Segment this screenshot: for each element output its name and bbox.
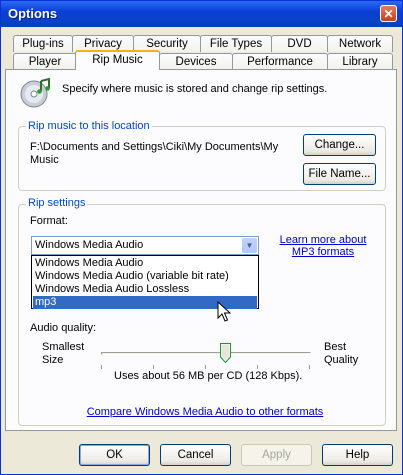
mouse-cursor-icon	[217, 301, 232, 322]
rip-location-group-title: Rip music to this location	[26, 120, 152, 132]
close-button[interactable]: ✕	[380, 5, 397, 22]
tab-label: Performance	[247, 56, 313, 68]
audio-quality-slider-track[interactable]	[101, 352, 311, 355]
best-line: Best	[324, 341, 347, 353]
file-name-button[interactable]: File Name...	[303, 163, 376, 185]
learn-more-line: MP3 formats	[291, 246, 355, 258]
tab-library[interactable]: Library	[327, 53, 393, 70]
tab-label: Devices	[175, 56, 217, 68]
format-option[interactable]: Windows Media Audio Lossless	[33, 283, 257, 296]
usage-estimate: Uses about 56 MB per CD (128 Kbps).	[114, 370, 303, 382]
options-dialog: Options ✕ Plug-ins Privacy Security File…	[0, 0, 403, 475]
smallest-line: Size	[42, 354, 64, 366]
tab-label: Rip Music	[92, 54, 143, 66]
tab-plug-ins[interactable]: Plug-ins	[13, 35, 73, 52]
slider-tick	[153, 365, 154, 369]
help-button[interactable]: Help	[322, 444, 393, 466]
title-bar[interactable]: Options ✕	[1, 1, 402, 27]
rip-location-path-cont: Music	[30, 154, 59, 166]
compare-formats-link[interactable]: Compare Windows Media Audio to other for…	[71, 406, 339, 418]
change-button[interactable]: Change...	[303, 134, 376, 156]
cd-music-icon	[20, 77, 50, 108]
close-icon: ✕	[383, 7, 394, 21]
rip-settings-group-title: Rip settings	[26, 197, 88, 209]
tab-label: Library	[342, 56, 378, 68]
chevron-down-icon[interactable]: ▼	[242, 238, 257, 253]
tab-label: Security	[146, 38, 188, 50]
tab-dvd[interactable]: DVD	[271, 35, 328, 52]
slider-tick	[101, 365, 102, 369]
tab-label: DVD	[287, 38, 312, 50]
tab-label: Plug-ins	[22, 38, 64, 50]
best-quality-label: Best Quality	[324, 341, 358, 367]
tab-file-types[interactable]: File Types	[200, 35, 272, 52]
slider-tick	[257, 365, 258, 369]
audio-quality-slider-thumb[interactable]	[220, 343, 231, 363]
format-option[interactable]: Windows Media Audio (variable bit rate)	[33, 270, 257, 283]
tab-label: Player	[28, 56, 62, 68]
slider-tick	[205, 365, 206, 369]
tab-performance[interactable]: Performance	[232, 53, 328, 70]
smallest-line: Smallest	[42, 341, 85, 353]
tab-label: File Types	[209, 38, 263, 50]
header-description: Specify where music is stored and change…	[62, 83, 328, 95]
format-label: Format:	[30, 215, 68, 227]
tab-label: Privacy	[84, 38, 122, 50]
learn-more-line: Learn more about	[279, 234, 367, 246]
window-title: Options	[8, 6, 58, 21]
learn-more-link[interactable]: Learn more about MP3 formats	[273, 234, 373, 258]
apply-button[interactable]: Apply	[241, 444, 312, 466]
format-selected-value: Windows Media Audio	[35, 239, 144, 251]
rip-location-path: F:\Documents and Settings\Ciki\My Docume…	[30, 141, 279, 153]
cancel-button[interactable]: Cancel	[160, 444, 231, 466]
tab-label: Network	[338, 38, 382, 50]
smallest-size-label: Smallest Size	[42, 341, 84, 367]
format-select[interactable]: Windows Media Audio ▼	[31, 236, 259, 255]
ok-button[interactable]: OK	[79, 444, 150, 466]
slider-tick	[309, 365, 310, 369]
tab-devices[interactable]: Devices	[159, 53, 233, 70]
tab-network[interactable]: Network	[327, 35, 393, 52]
best-line: Quality	[324, 354, 359, 366]
tab-player[interactable]: Player	[13, 53, 77, 70]
audio-quality-label: Audio quality:	[30, 322, 97, 334]
format-option[interactable]: Windows Media Audio	[33, 257, 257, 270]
tab-rip-music[interactable]: Rip Music	[75, 50, 160, 70]
